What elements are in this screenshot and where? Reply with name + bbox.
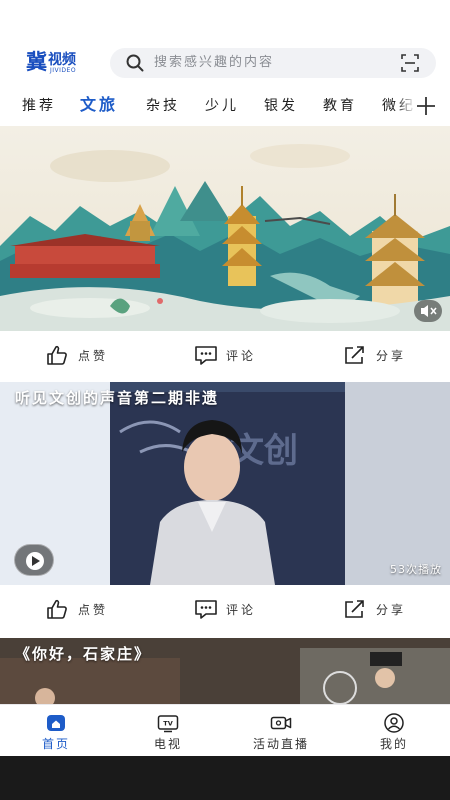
nav-tv[interactable]: TV 电视 — [112, 705, 224, 757]
tv-icon: TV — [157, 715, 179, 733]
tabs-fade — [396, 88, 416, 126]
nav-live-label: 活动直播 — [252, 737, 309, 751]
live-camera-icon — [270, 716, 292, 730]
comment-icon — [195, 600, 217, 619]
featured-video-banner[interactable] — [0, 126, 450, 331]
tab-recommend[interactable]: 推荐 — [22, 96, 56, 116]
play-count: 53次播放 — [390, 563, 442, 576]
video-thumbnail-image: 文创 — [0, 382, 450, 585]
category-tabs: 推荐 文旅 杂技 少儿 银发 教育 微纪 — [0, 88, 450, 126]
logo-english: JIVIDEO — [50, 67, 77, 74]
system-navigation-bar — [0, 756, 450, 800]
tab-education[interactable]: 教育 — [323, 96, 357, 116]
comment-label: 评论 — [226, 349, 257, 363]
nav-profile-label: 我的 — [379, 737, 408, 751]
nav-tv-label: 电视 — [153, 737, 182, 751]
share-label: 分享 — [376, 349, 407, 363]
tab-kids[interactable]: 少儿 — [205, 96, 239, 116]
top-header: 冀 视频 JIVIDEO 搜索感兴趣的内容 — [0, 0, 450, 88]
like-label: 点赞 — [78, 603, 109, 617]
scan-icon[interactable] — [401, 54, 419, 72]
search-icon — [126, 54, 144, 72]
video-title: 听见文创的声音第二期非遗 — [15, 389, 220, 407]
share-icon — [345, 346, 364, 364]
thumbs-up-icon — [47, 345, 67, 365]
play-icon — [26, 552, 44, 570]
comment-label: 评论 — [226, 603, 257, 617]
play-button[interactable] — [14, 544, 54, 576]
volume-mute-icon — [421, 305, 437, 317]
search-bar[interactable]: 搜索感兴趣的内容 — [110, 48, 436, 78]
profile-icon — [384, 713, 404, 733]
app-root: 冀 视频 JIVIDEO 搜索感兴趣的内容 推荐 文旅 杂技 少儿 银发 教育 … — [0, 0, 450, 800]
landscape-illustration — [0, 144, 450, 331]
share-icon — [345, 600, 364, 618]
svg-text:TV: TV — [163, 720, 172, 728]
logo-mark: 冀 — [26, 49, 47, 74]
video-title: 《你好，石家庄》 — [15, 645, 152, 663]
search-placeholder: 搜索感兴趣的内容 — [154, 55, 275, 70]
logo-wordmark: 视频 — [48, 52, 76, 68]
add-tab-icon[interactable] — [414, 94, 438, 118]
comment-icon — [195, 346, 217, 365]
tab-acrobatics[interactable]: 杂技 — [146, 96, 180, 116]
card2-action-row: 点赞 评论 分享 — [0, 585, 450, 636]
share-label: 分享 — [376, 603, 407, 617]
tab-seniors[interactable]: 银发 — [264, 96, 298, 116]
nav-home-label: 首页 — [41, 737, 70, 751]
bottom-navigation: 首页 TV 电视 活动直播 我的 — [0, 704, 450, 756]
card1-action-row: 点赞 评论 分享 — [0, 331, 450, 382]
mute-button[interactable] — [414, 300, 442, 322]
tab-culture-travel[interactable]: 文旅 — [80, 95, 118, 115]
nav-live[interactable]: 活动直播 — [225, 705, 337, 757]
thumbs-up-icon — [47, 599, 67, 619]
video-card-thumbnail[interactable]: 《你好，石家庄》 — [0, 638, 450, 704]
video-feed[interactable]: 点赞 评论 分享 文创 听见文创的声音第二期非遗 53次播放 点赞 评论 分享 … — [0, 126, 450, 704]
home-icon — [47, 715, 65, 731]
video-card-thumbnail[interactable]: 文创 听见文创的声音第二期非遗 53次播放 — [0, 382, 450, 585]
app-logo[interactable]: 冀 视频 JIVIDEO — [26, 50, 90, 78]
nav-home[interactable]: 首页 — [0, 705, 112, 757]
svg-text:文创: 文创 — [230, 431, 298, 471]
nav-profile[interactable]: 我的 — [338, 705, 450, 757]
like-label: 点赞 — [78, 349, 109, 363]
